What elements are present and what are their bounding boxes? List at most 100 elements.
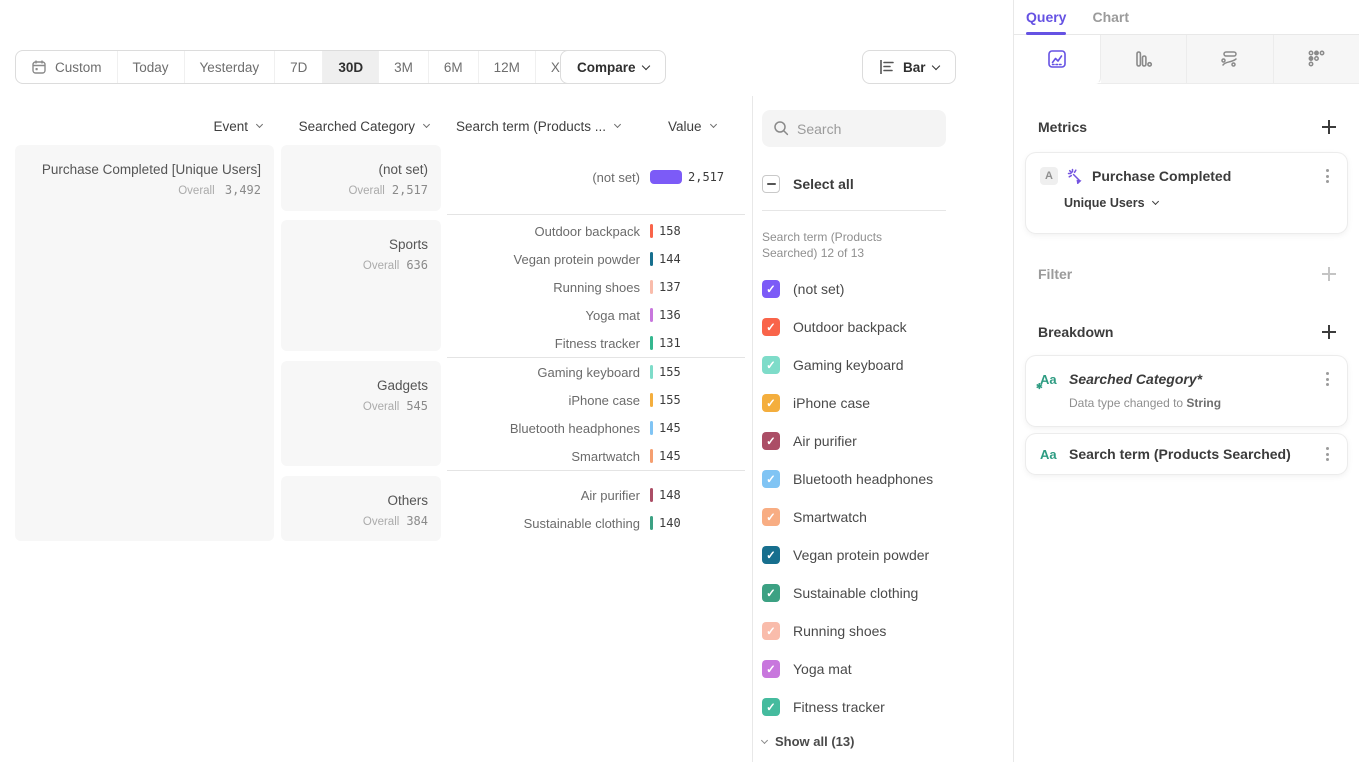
metric-menu-button[interactable] — [1322, 167, 1333, 185]
breakdown-note-text: Data type changed to — [1069, 396, 1186, 410]
term-row: Smartwatch145 — [447, 442, 745, 470]
breakdown-menu-button[interactable] — [1322, 370, 1333, 388]
category-cell[interactable]: OthersOverall384 — [281, 476, 441, 541]
date-range-6m[interactable]: 6M — [428, 51, 478, 83]
show-all-link[interactable]: Show all (13) — [762, 726, 1013, 756]
breakdown-card-row: AaSearch term (Products Searched) — [1040, 445, 1333, 463]
filter-item-checkbox[interactable] — [762, 698, 780, 716]
term-row: Outdoor backpack158 — [447, 217, 745, 245]
category-cell[interactable]: (not set)Overall2,517 — [281, 145, 441, 211]
add-metric-button[interactable] — [1321, 119, 1337, 135]
metric-aggregation-label: Unique Users — [1064, 196, 1145, 210]
column-header-value[interactable]: Value — [668, 117, 716, 135]
column-header-searched-category[interactable]: Searched Category — [281, 117, 441, 135]
compare-button[interactable]: Compare — [560, 50, 666, 84]
filter-item-checkbox[interactable] — [762, 394, 780, 412]
string-property-icon: Aa✱ — [1040, 372, 1060, 387]
date-range-custom[interactable]: Custom — [16, 51, 117, 83]
date-range-30d[interactable]: 30D — [322, 51, 378, 83]
select-all-checkbox[interactable] — [762, 175, 780, 193]
filter-item[interactable]: Running shoes — [762, 612, 1013, 650]
date-range-12m[interactable]: 12M — [478, 51, 535, 83]
term-row: (not set)2,517 — [447, 163, 745, 191]
term-row: Running shoes137 — [447, 273, 745, 301]
metric-card[interactable]: A Purchase Completed Unique Users — [1026, 153, 1347, 233]
filter-item[interactable]: Bluetooth headphones — [762, 460, 1013, 498]
event-cell[interactable]: Purchase Completed [Unique Users] Overal… — [15, 145, 274, 541]
date-range-label: 3M — [394, 60, 413, 75]
column-header-label: Event — [213, 119, 248, 134]
chevron-down-icon — [931, 61, 939, 69]
value-cell: 131 — [650, 336, 681, 350]
date-range-3m[interactable]: 3M — [378, 51, 428, 83]
tab-query[interactable]: Query — [1026, 0, 1066, 34]
filter-item[interactable]: Sustainable clothing — [762, 574, 1013, 612]
tab-funnels[interactable] — [1101, 35, 1188, 83]
category-name: Gadgets — [291, 377, 428, 394]
filter-item-checkbox[interactable] — [762, 356, 780, 374]
value-bar — [650, 393, 653, 407]
filter-item-checkbox[interactable] — [762, 508, 780, 526]
column-header-event[interactable]: Event — [15, 117, 274, 135]
filter-item-checkbox[interactable] — [762, 660, 780, 678]
date-range-label: 30D — [338, 60, 363, 75]
filter-item-checkbox[interactable] — [762, 584, 780, 602]
breakdown-card[interactable]: Aa✱Searched Category*Data type changed t… — [1026, 356, 1347, 426]
value-cell: 155 — [650, 365, 681, 379]
search-term-label: Air purifier — [447, 488, 640, 503]
tab-retention[interactable] — [1274, 35, 1359, 83]
overall-value: 384 — [406, 514, 428, 528]
term-group: Air purifier148Sustainable clothing140 — [447, 470, 745, 541]
category-name: Others — [291, 492, 428, 509]
date-range-today[interactable]: Today — [117, 51, 184, 83]
filter-item-checkbox[interactable] — [762, 622, 780, 640]
term-group: Outdoor backpack158Vegan protein powder1… — [447, 214, 745, 357]
filter-item-checkbox[interactable] — [762, 546, 780, 564]
filter-item[interactable]: Air purifier — [762, 422, 1013, 460]
filter-item-checkbox[interactable] — [762, 318, 780, 336]
breakdown-card-list: Aa✱Searched Category*Data type changed t… — [1014, 356, 1359, 474]
filter-item-checkbox[interactable] — [762, 280, 780, 298]
value-bar — [650, 170, 682, 184]
category-cell[interactable]: SportsOverall636 — [281, 220, 441, 351]
tab-chart[interactable]: Chart — [1092, 0, 1129, 34]
filter-item-label: Fitness tracker — [793, 699, 885, 715]
metric-aggregation-dropdown[interactable]: Unique Users — [1064, 196, 1333, 210]
filter-item[interactable]: Outdoor backpack — [762, 308, 1013, 346]
filter-item[interactable]: Smartwatch — [762, 498, 1013, 536]
filter-item[interactable]: (not set) — [762, 270, 1013, 308]
filter-item[interactable]: Vegan protein powder — [762, 536, 1013, 574]
tab-flows[interactable] — [1187, 35, 1274, 83]
breakdown-heading: Breakdown — [1038, 324, 1113, 340]
filter-item[interactable]: iPhone case — [762, 384, 1013, 422]
filter-item[interactable]: Gaming keyboard — [762, 346, 1013, 384]
search-input[interactable] — [762, 110, 946, 147]
column-header-search-term[interactable]: Search term (Products ... — [456, 117, 620, 135]
term-row: Vegan protein powder144 — [447, 245, 745, 273]
filter-item-label: Yoga mat — [793, 661, 852, 677]
add-filter-button[interactable] — [1321, 266, 1337, 282]
chart-type-label: Bar — [903, 60, 926, 75]
date-range-yesterday[interactable]: Yesterday — [184, 51, 275, 83]
value-cell: 144 — [650, 252, 681, 266]
breakdown-menu-button[interactable] — [1322, 445, 1333, 463]
select-all-row[interactable]: Select all — [762, 174, 1013, 194]
value-bar — [650, 308, 653, 322]
value-number: 145 — [659, 449, 681, 463]
filter-item-label: Running shoes — [793, 623, 886, 639]
overall-label: Overall — [178, 185, 214, 197]
chevron-down-icon — [256, 121, 263, 128]
filter-item[interactable]: Yoga mat — [762, 650, 1013, 688]
breakdown-card[interactable]: AaSearch term (Products Searched) — [1026, 434, 1347, 474]
column-header-label: Searched Category — [299, 119, 415, 134]
date-range-7d[interactable]: 7D — [274, 51, 322, 83]
chart-type-button[interactable]: Bar — [862, 50, 956, 84]
filter-item-label: Air purifier — [793, 433, 857, 449]
overall-label: Overall — [363, 260, 399, 272]
category-cell[interactable]: GadgetsOverall545 — [281, 361, 441, 466]
filter-item[interactable]: Fitness tracker — [762, 688, 1013, 726]
filter-item-checkbox[interactable] — [762, 432, 780, 450]
add-breakdown-button[interactable] — [1321, 324, 1337, 340]
filter-item-checkbox[interactable] — [762, 470, 780, 488]
tab-insights[interactable] — [1014, 35, 1101, 84]
